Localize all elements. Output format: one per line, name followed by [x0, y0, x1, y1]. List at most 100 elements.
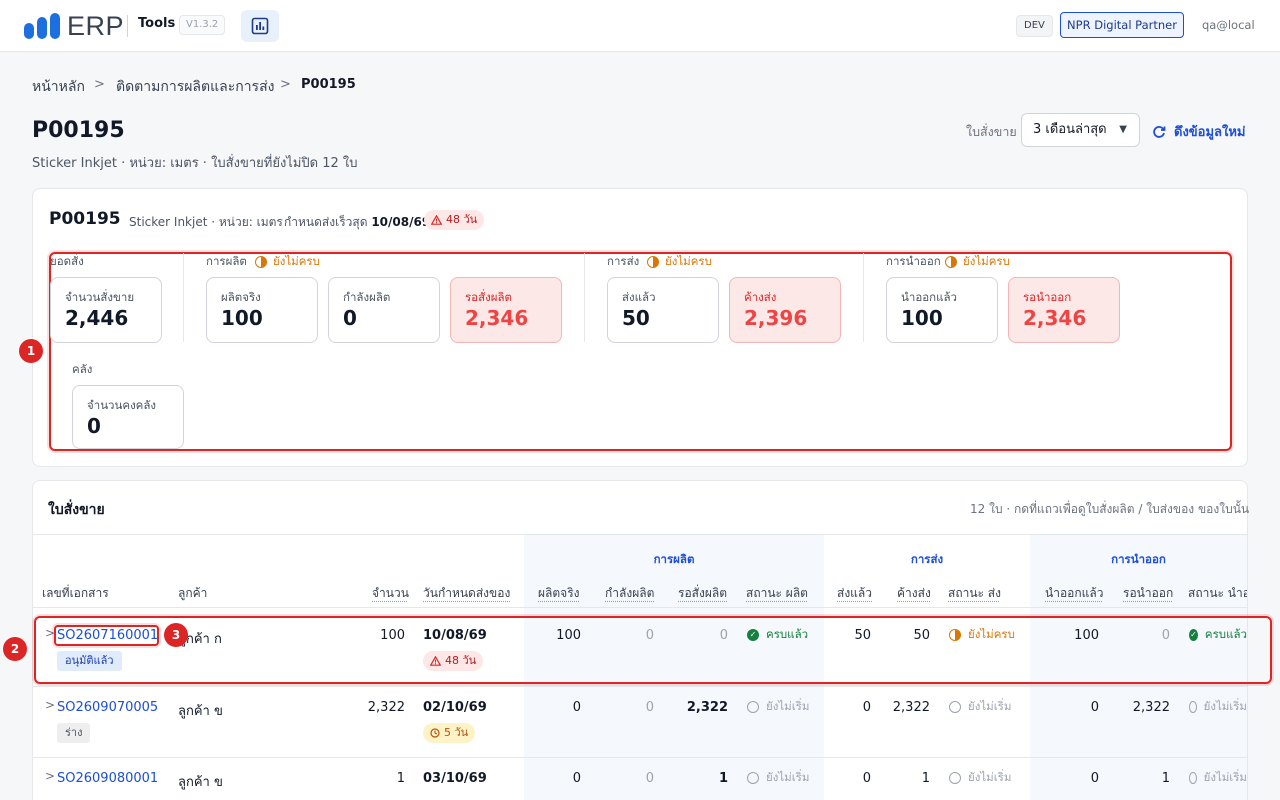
status-text: ยังไม่เริ่ม [1204, 769, 1247, 787]
customer-cell: ลูกค้า ข [178, 771, 223, 792]
col-doc[interactable]: เลขที่เอกสาร [42, 584, 109, 603]
col-pending[interactable]: รอสั่งผลิต [678, 584, 727, 603]
orders-hint: 12 ใบ · กดที่แถวเพื่อดูใบสั่งผลิต / ใบส่… [970, 500, 1249, 519]
half-circle-icon [647, 256, 659, 268]
col-actual[interactable]: ผลิตจริง [538, 584, 580, 603]
produced-stat: ผลิตจริง 100 [206, 277, 318, 343]
col-remaining[interactable]: ค้างส่ง [897, 584, 931, 603]
row-highlight [34, 616, 1272, 684]
col-customer[interactable]: ลูกค้า [178, 584, 207, 603]
col-out-pending[interactable]: รอนำออก [1123, 584, 1173, 603]
qty-cell: 1 [345, 771, 405, 786]
in-progress-cell: 0 [594, 700, 654, 715]
dashboard-button[interactable] [241, 10, 279, 42]
col-sent[interactable]: ส่งแล้ว [837, 584, 872, 603]
stat-label: ค้างส่ง [744, 289, 776, 307]
erp-logo[interactable]: ERP [24, 12, 124, 40]
late-days: 48 วัน [446, 210, 477, 230]
doc-highlight [54, 625, 159, 646]
user-menu[interactable]: qa@local [1202, 18, 1255, 32]
col-ship-status[interactable]: สถานะ ส่ง [948, 584, 1001, 603]
chevron-right-icon[interactable]: > [45, 698, 55, 712]
divider [127, 15, 128, 37]
col-qty[interactable]: จำนวน [372, 584, 409, 603]
divider [33, 607, 1247, 608]
period-select[interactable]: 3 เดือนล่าสุด ▼ [1021, 113, 1140, 147]
orders-title: ใบสั่งขาย [48, 499, 105, 521]
bar-chart-icon [251, 17, 269, 35]
due-cell: 02/10/69 [423, 700, 487, 715]
actual-cell: 0 [520, 771, 581, 786]
divider [183, 253, 184, 342]
status-text: ยังไม่เริ่ม [968, 769, 1011, 787]
status-text: ยังไม่เริ่ม [766, 769, 809, 787]
due-date: 10/08/69 [371, 215, 430, 229]
due-soon-badge: 5 วัน [423, 723, 475, 743]
empty-circle-icon [1189, 701, 1197, 713]
col-due[interactable]: วันกำหนดส่งของ [423, 584, 510, 603]
status-tag: ร่าง [57, 723, 90, 743]
chevron-right-icon: > [280, 77, 291, 92]
stat-label: กำลังผลิต [343, 289, 390, 307]
export-status: ยังไม่ครบ [945, 253, 1010, 271]
app-name: ERP [67, 12, 124, 40]
divider [33, 757, 1247, 758]
summary-due: กำหนดส่งเร็วสุด 10/08/69 [284, 213, 430, 232]
sent-cell: 0 [820, 700, 871, 715]
empty-circle-icon [1189, 772, 1197, 784]
page-subtitle: Sticker Inkjet · หน่วย: เมตร · ใบสั่งขาย… [32, 152, 358, 173]
half-circle-icon [255, 256, 267, 268]
chevron-right-icon[interactable]: > [45, 769, 55, 783]
stat-label: รอสั่งผลิต [465, 289, 512, 307]
shipping-status-text: ยังไม่ครบ [665, 253, 712, 271]
sent-cell: 0 [820, 771, 871, 786]
backorder-stat: ค้างส่ง 2,396 [729, 277, 841, 343]
marker-3: 3 [164, 623, 188, 647]
export-group-header: การนำออก [1030, 551, 1247, 569]
remaining-cell: 1 [870, 771, 930, 786]
out-status-cell: ยังไม่เริ่ม [1189, 769, 1247, 787]
due-cell: 03/10/69 [423, 771, 487, 786]
in-progress-stat: กำลังผลิต 0 [328, 277, 440, 343]
pending-cell: 2,322 [668, 700, 728, 715]
divider [863, 253, 864, 342]
empty-circle-icon [747, 772, 759, 784]
col-out[interactable]: นำออกแล้ว [1045, 584, 1103, 603]
pending-production-stat: รอสั่งผลิต 2,346 [450, 277, 562, 343]
refresh-label: ดึงข้อมูลใหม่ [1174, 121, 1246, 142]
page-title: P00195 [32, 118, 125, 143]
clock-icon [430, 728, 440, 738]
ship-status-cell: ยังไม่เริ่ม [949, 769, 1011, 787]
due-label: กำหนดส่งเร็วสุด [284, 215, 368, 229]
summary-code: P00195 [49, 209, 121, 229]
stat-label: ส่งแล้ว [622, 289, 656, 307]
summary-meta: Sticker Inkjet · หน่วย: เมตร [129, 213, 283, 232]
breadcrumb-home[interactable]: หน้าหลัก [32, 76, 85, 98]
doc-link[interactable]: SO2609080001 [57, 771, 158, 786]
status-text: ยังไม่เริ่ม [1204, 698, 1247, 716]
col-out-status[interactable]: สถานะ นำออ [1188, 584, 1247, 603]
late-badge: 48 วัน [424, 210, 484, 230]
stat-value: 2,346 [465, 306, 528, 330]
remaining-cell: 2,322 [870, 700, 930, 715]
refresh-button[interactable]: ดึงข้อมูลใหม่ [1152, 121, 1246, 142]
stat-value: 0 [87, 414, 101, 438]
shipping-status: ยังไม่ครบ [647, 253, 712, 271]
production-group-label: การผลิต [206, 253, 247, 271]
col-prod-status[interactable]: สถานะ ผลิต [746, 584, 808, 603]
breadcrumb-section[interactable]: ติดตามการผลิตและการส่ง [116, 76, 274, 98]
stat-value: 100 [901, 306, 943, 330]
stat-value: 2,446 [65, 306, 128, 330]
logo-mark-icon [24, 13, 62, 39]
shipping-group-header: การส่ง [824, 551, 1030, 569]
breadcrumb-current: P00195 [301, 77, 356, 92]
marker-1: 1 [19, 339, 43, 363]
marker-2: 2 [3, 637, 27, 661]
partner-button[interactable]: NPR Digital Partner [1060, 12, 1184, 38]
env-badge: DEV [1016, 15, 1053, 37]
half-circle-icon [945, 256, 957, 268]
doc-link[interactable]: SO2609070005 [57, 700, 158, 715]
chevron-down-icon: ▼ [1119, 114, 1127, 146]
col-in-progress[interactable]: กำลังผลิต [605, 584, 654, 603]
production-group-header: การผลิต [524, 551, 824, 569]
